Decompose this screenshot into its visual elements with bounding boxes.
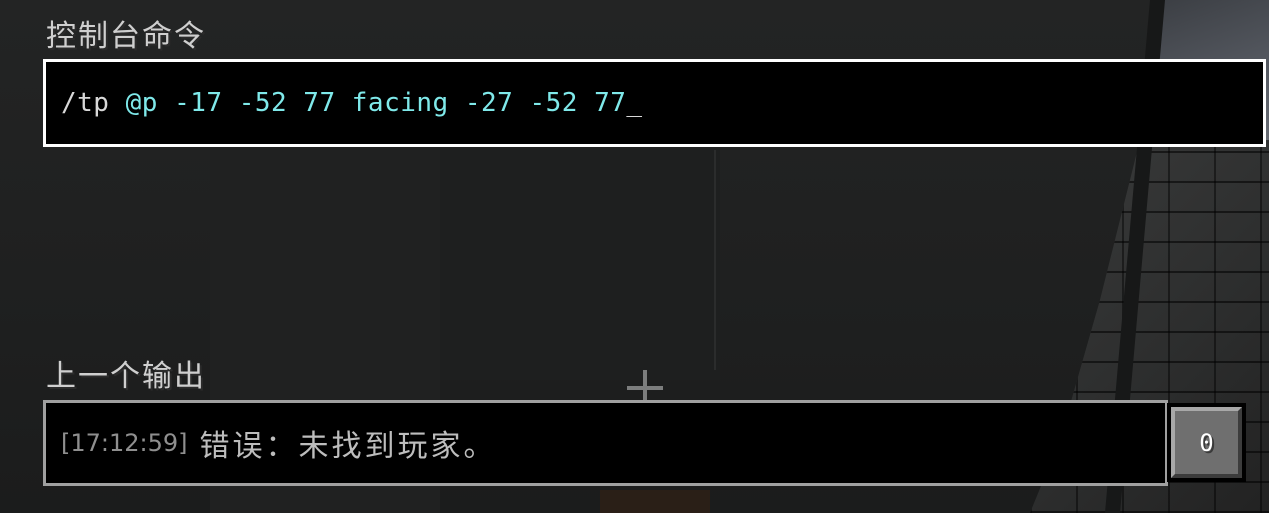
output-toggle-button[interactable]: 0 [1167, 403, 1246, 482]
output-message: 错误：未找到玩家。 [199, 429, 497, 464]
command-arguments: @p -17 -52 77 facing -27 -52 77 [125, 88, 627, 118]
output-timestamp: [17:12:59] [61, 429, 188, 457]
output-toggle-button-face[interactable]: 0 [1171, 407, 1242, 478]
text-cursor: _ [626, 88, 643, 118]
previous-output-label: 上一个输出 [46, 359, 206, 394]
console-command-label: 控制台命令 [46, 19, 206, 54]
output-toggle-label: 0 [1199, 428, 1214, 457]
background-seam [714, 150, 716, 370]
command-input[interactable]: /tp @p -17 -52 77 facing -27 -52 77_ [43, 59, 1266, 147]
background-floor [600, 490, 710, 513]
background-block [440, 150, 720, 380]
command-prefix: /tp [61, 88, 126, 118]
previous-output-box: [17:12:59] 错误：未找到玩家。 [43, 400, 1168, 486]
command-text: /tp @p -17 -52 77 facing -27 -52 77_ [61, 88, 643, 118]
